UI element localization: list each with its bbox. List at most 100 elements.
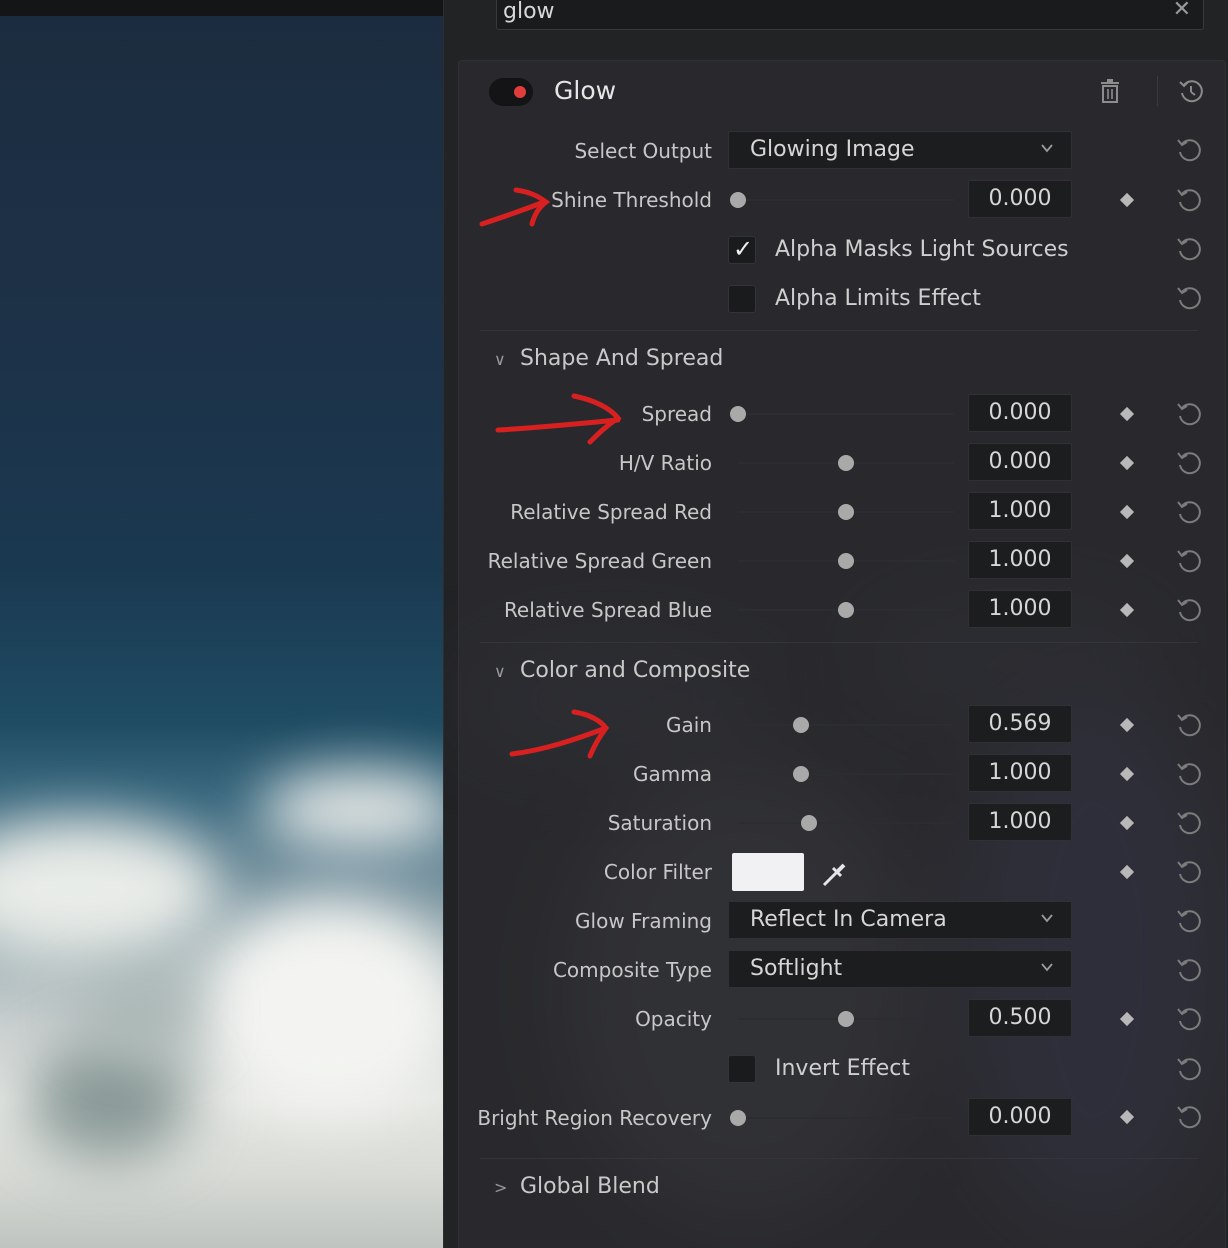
reset-alpha-limits-icon[interactable] bbox=[1174, 283, 1204, 313]
header-separator bbox=[1157, 76, 1158, 106]
alpha-limits-checkbox[interactable] bbox=[728, 285, 756, 313]
select-output-dropdown[interactable]: Glowing Image bbox=[728, 131, 1072, 169]
reset-glow-framing-icon[interactable] bbox=[1174, 906, 1204, 936]
slider-thumb[interactable] bbox=[838, 602, 854, 618]
toggle-dot-icon bbox=[514, 86, 526, 98]
eyedropper-icon[interactable] bbox=[818, 858, 850, 890]
reset-shine-threshold-icon[interactable] bbox=[1174, 185, 1204, 215]
slider-thumb[interactable] bbox=[838, 504, 854, 520]
relative-spread-blue-label: Relative Spread Blue bbox=[503, 598, 712, 622]
gamma-value[interactable]: 1.000 bbox=[968, 754, 1072, 792]
glow-framing-label: Glow Framing bbox=[575, 909, 712, 933]
gamma-label: Gamma bbox=[633, 762, 712, 786]
slider-thumb[interactable] bbox=[730, 192, 746, 208]
reset-invert-effect-icon[interactable] bbox=[1174, 1054, 1204, 1084]
reset-saturation-icon[interactable] bbox=[1174, 808, 1204, 838]
color-filter-swatch[interactable] bbox=[732, 853, 804, 891]
annotation-arrow-shine bbox=[479, 187, 551, 227]
effect-enable-toggle[interactable] bbox=[489, 78, 533, 106]
chevron-down-icon bbox=[1041, 914, 1053, 923]
slider-thumb[interactable] bbox=[838, 553, 854, 569]
slider-thumb[interactable] bbox=[730, 406, 746, 422]
reset-relative-spread-blue-icon[interactable] bbox=[1174, 595, 1204, 625]
chevron-down-icon bbox=[1041, 144, 1053, 153]
relative-spread-blue-slider[interactable] bbox=[738, 596, 954, 624]
slider-thumb[interactable] bbox=[792, 766, 809, 782]
annotation-arrow-spread bbox=[495, 393, 622, 445]
effects-search-input[interactable]: glow ✕ bbox=[496, 0, 1204, 30]
composite-type-dropdown[interactable]: Softlight bbox=[728, 950, 1072, 988]
reset-bright-region-icon[interactable] bbox=[1174, 1102, 1204, 1132]
reset-opacity-icon[interactable] bbox=[1174, 1004, 1204, 1034]
chevron-down-icon: ∨ bbox=[494, 350, 506, 369]
shine-threshold-slider[interactable] bbox=[730, 186, 954, 214]
glow-framing-dropdown[interactable]: Reflect In Camera bbox=[728, 901, 1072, 939]
section-global-blend[interactable]: > Global Blend bbox=[494, 1172, 660, 1203]
slider-thumb[interactable] bbox=[792, 717, 809, 733]
chevron-down-icon: ∨ bbox=[494, 662, 506, 681]
section-title: Global Blend bbox=[520, 1174, 660, 1199]
section-color-and-composite[interactable]: ∨ Color and Composite bbox=[494, 656, 750, 687]
relative-spread-red-slider[interactable] bbox=[738, 498, 954, 526]
relative-spread-red-value[interactable]: 1.000 bbox=[968, 492, 1072, 530]
reset-relative-spread-green-icon[interactable] bbox=[1174, 546, 1204, 576]
reset-gain-icon[interactable] bbox=[1174, 710, 1204, 740]
reset-composite-type-icon[interactable] bbox=[1174, 955, 1204, 985]
composite-type-value: Softlight bbox=[750, 956, 843, 981]
gain-value[interactable]: 0.569 bbox=[968, 705, 1072, 743]
gamma-slider[interactable] bbox=[738, 760, 954, 788]
bright-region-slider[interactable] bbox=[730, 1104, 954, 1132]
h-v-ratio-slider[interactable] bbox=[738, 449, 954, 477]
composite-type-label: Composite Type bbox=[552, 958, 712, 982]
slider-thumb[interactable] bbox=[801, 815, 818, 831]
section-title: Shape And Spread bbox=[520, 346, 724, 371]
spread-value[interactable]: 0.000 bbox=[968, 394, 1072, 432]
select-output-label: Select Output bbox=[574, 139, 712, 163]
relative-spread-blue-value[interactable]: 1.000 bbox=[968, 590, 1072, 628]
gain-slider[interactable] bbox=[738, 711, 954, 739]
chevron-right-icon: > bbox=[494, 1178, 508, 1197]
checkmark-icon: ✓ bbox=[733, 235, 754, 263]
slider-thumb[interactable] bbox=[730, 1110, 746, 1126]
alpha-masks-checkbox[interactable]: ✓ bbox=[728, 235, 756, 264]
viewer-preview bbox=[0, 0, 443, 1248]
glow-framing-value: Reflect In Camera bbox=[750, 907, 947, 932]
trash-icon[interactable] bbox=[1099, 78, 1121, 104]
section-shape-and-spread[interactable]: ∨ Shape And Spread bbox=[494, 344, 723, 375]
saturation-value[interactable]: 1.000 bbox=[968, 803, 1072, 841]
invert-effect-label: Invert Effect bbox=[775, 1056, 910, 1081]
slider-thumb[interactable] bbox=[838, 1011, 854, 1027]
opacity-value[interactable]: 0.500 bbox=[968, 999, 1072, 1037]
inspector-panel: glow ✕ Glow Select Output Glowing Image … bbox=[443, 0, 1228, 1248]
bright-region-value[interactable]: 0.000 bbox=[968, 1098, 1072, 1136]
effect-title: Glow bbox=[554, 76, 617, 105]
reset-spread-icon[interactable] bbox=[1174, 399, 1204, 429]
viewer-toolbar bbox=[0, 0, 443, 16]
reset-h-v-ratio-icon[interactable] bbox=[1174, 448, 1204, 478]
reset-relative-spread-red-icon[interactable] bbox=[1174, 497, 1204, 527]
saturation-label: Saturation bbox=[607, 811, 712, 835]
saturation-slider[interactable] bbox=[738, 809, 954, 837]
chevron-down-icon bbox=[1041, 963, 1053, 972]
h-v-ratio-label: H/V Ratio bbox=[618, 451, 712, 475]
reset-color-filter-icon[interactable] bbox=[1174, 857, 1204, 887]
alpha-masks-label: Alpha Masks Light Sources bbox=[775, 237, 1069, 262]
relative-spread-red-label: Relative Spread Red bbox=[510, 500, 712, 524]
search-value: glow bbox=[503, 0, 555, 24]
slider-thumb[interactable] bbox=[838, 455, 854, 471]
reset-alpha-masks-icon[interactable] bbox=[1174, 234, 1204, 264]
relative-spread-green-slider[interactable] bbox=[738, 547, 954, 575]
reset-select-output-icon[interactable] bbox=[1174, 135, 1204, 165]
select-output-value: Glowing Image bbox=[750, 137, 915, 162]
opacity-slider[interactable] bbox=[738, 1005, 954, 1033]
invert-effect-checkbox[interactable] bbox=[728, 1055, 756, 1083]
reset-all-icon[interactable] bbox=[1176, 76, 1206, 106]
clear-search-icon[interactable]: ✕ bbox=[1173, 0, 1191, 22]
section-title: Color and Composite bbox=[520, 658, 751, 683]
reset-gamma-icon[interactable] bbox=[1174, 759, 1204, 789]
annotation-arrow-gain bbox=[509, 709, 610, 759]
shine-threshold-value[interactable]: 0.000 bbox=[968, 180, 1072, 218]
relative-spread-green-value[interactable]: 1.000 bbox=[968, 541, 1072, 579]
h-v-ratio-value[interactable]: 0.000 bbox=[968, 443, 1072, 481]
spread-slider[interactable] bbox=[730, 400, 954, 428]
